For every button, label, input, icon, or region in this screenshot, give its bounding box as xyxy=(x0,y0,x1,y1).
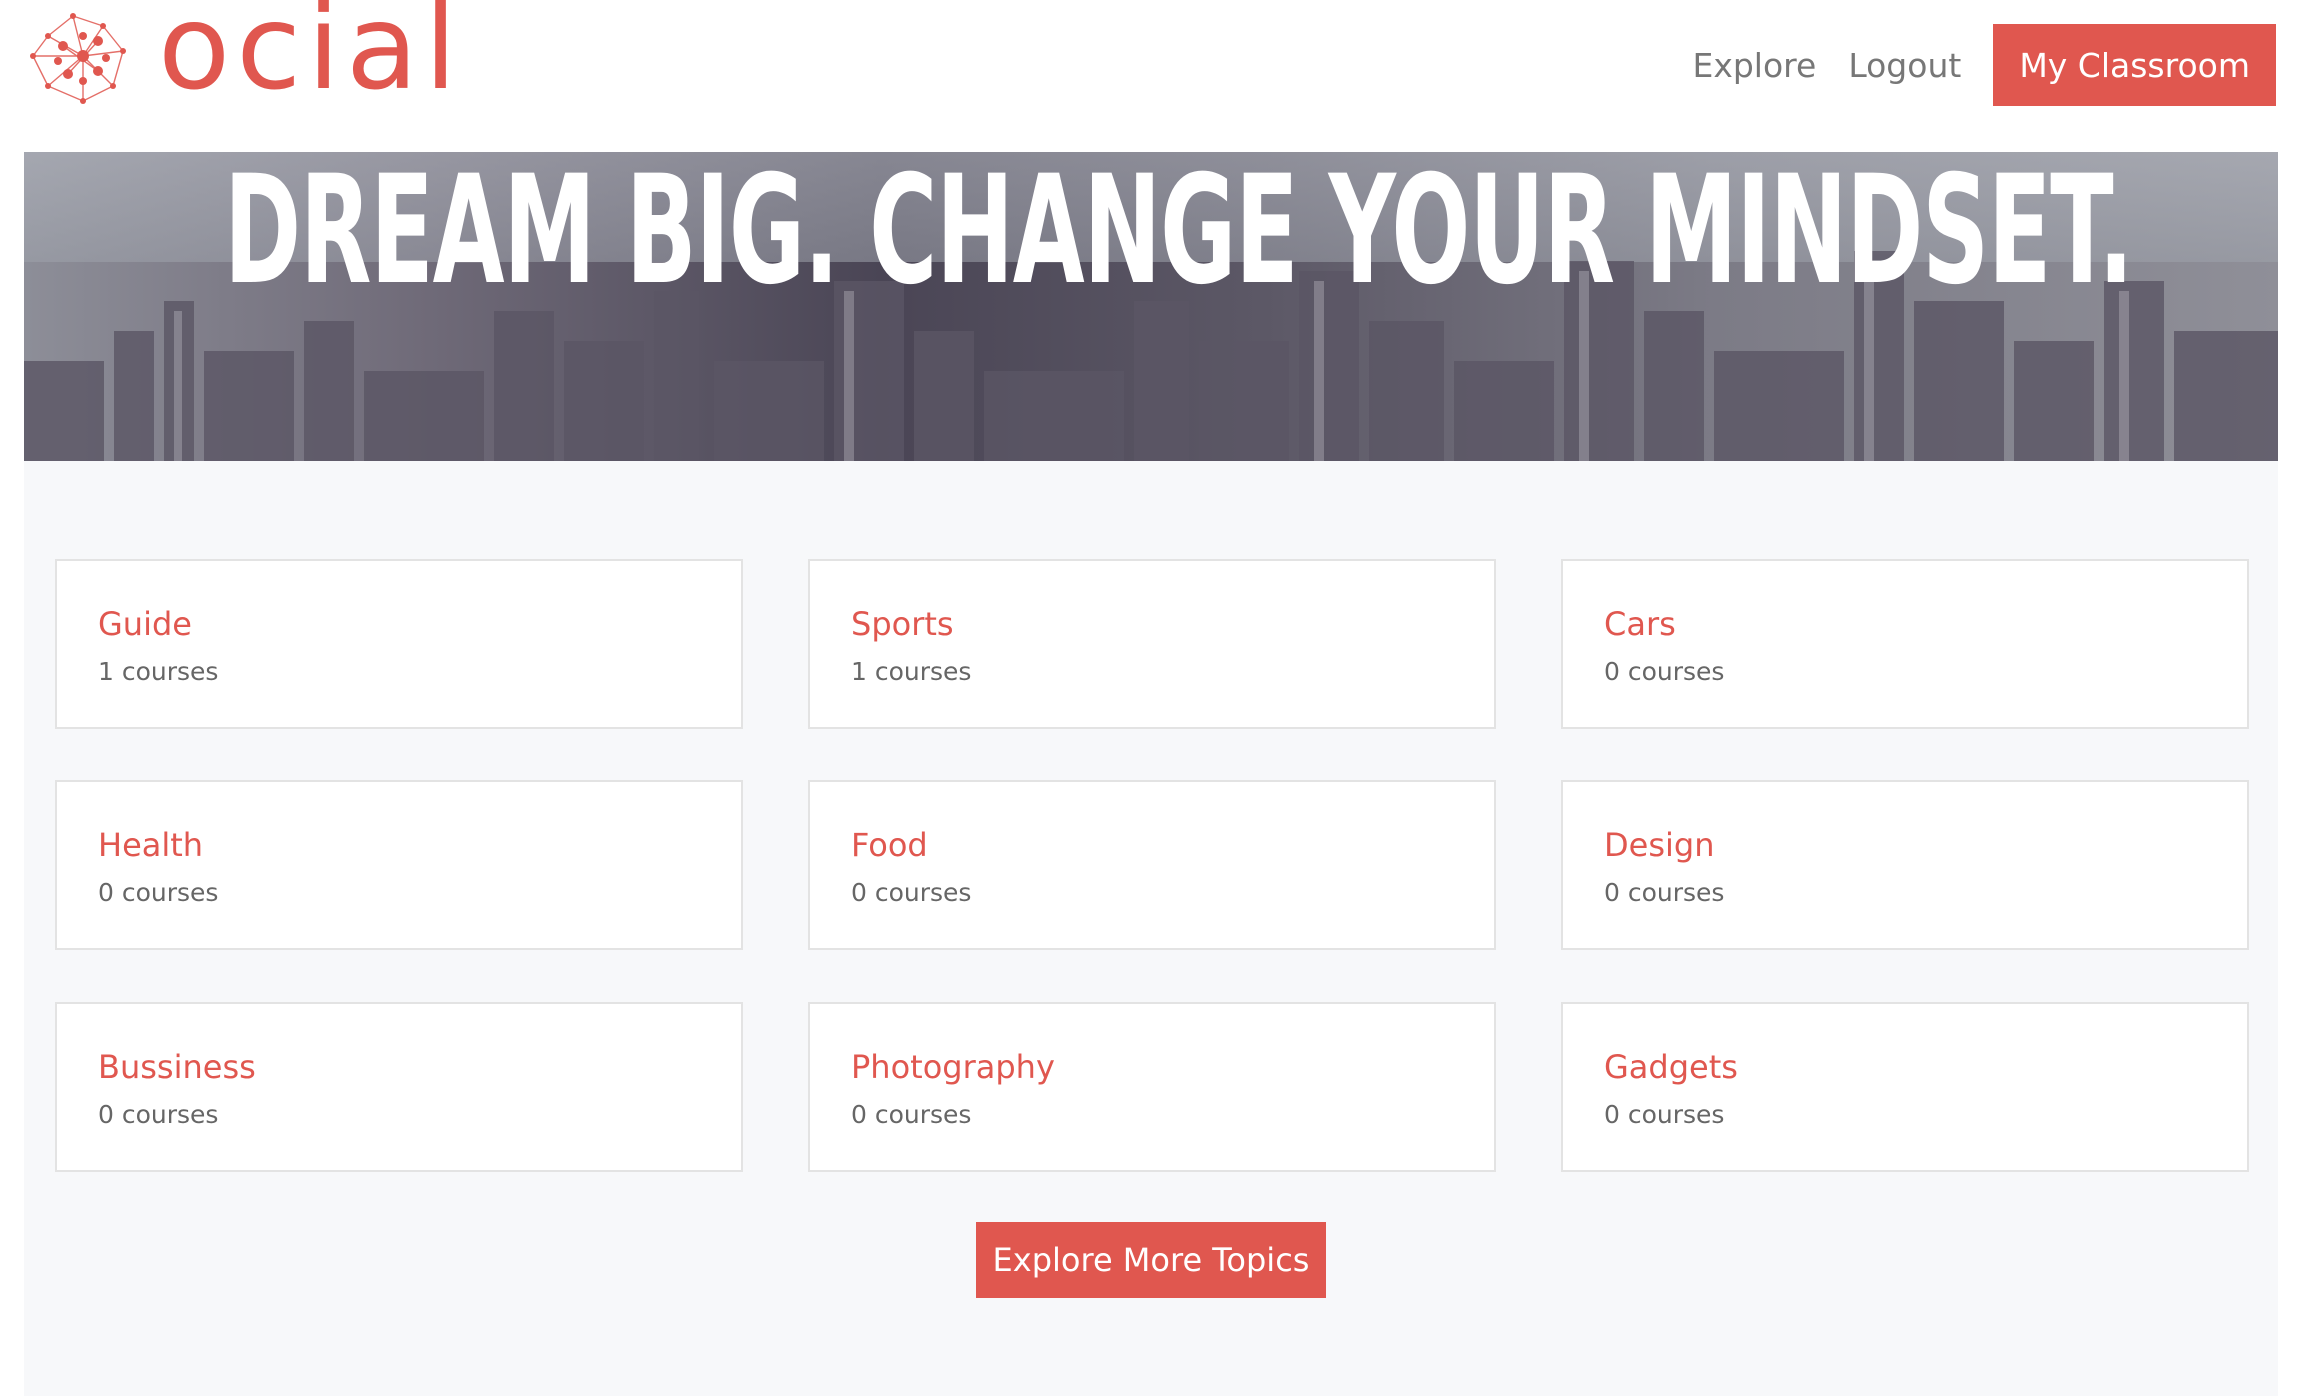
topic-card-food[interactable]: Food 0 courses xyxy=(808,780,1496,950)
main-nav: Explore Logout My Classroom xyxy=(1692,24,2276,106)
topic-card-bussiness[interactable]: Bussiness 0 courses xyxy=(55,1002,743,1172)
explore-more-topics-button[interactable]: Explore More Topics xyxy=(976,1222,1326,1298)
hero-banner: DREAM BIG. CHANGE YOUR MINDSET. xyxy=(24,152,2278,461)
my-classroom-button[interactable]: My Classroom xyxy=(1993,24,2276,106)
topic-course-count: 1 courses xyxy=(98,657,219,686)
top-navigation-bar: ocial Explore Logout My Classroom xyxy=(0,0,2300,152)
topic-title[interactable]: Photography xyxy=(851,1048,1055,1086)
topic-card-gadgets[interactable]: Gadgets 0 courses xyxy=(1561,1002,2249,1172)
topic-card-sports[interactable]: Sports 1 courses xyxy=(808,559,1496,729)
topic-course-count: 1 courses xyxy=(851,657,972,686)
topic-course-count: 0 courses xyxy=(1604,878,1725,907)
topic-course-count: 0 courses xyxy=(851,878,972,907)
topic-course-count: 0 courses xyxy=(98,878,219,907)
topic-title[interactable]: Guide xyxy=(98,605,192,643)
nav-explore-link[interactable]: Explore xyxy=(1692,46,1816,85)
topic-course-count: 0 courses xyxy=(1604,1100,1725,1129)
topic-course-count: 0 courses xyxy=(98,1100,219,1129)
nav-logout-link[interactable]: Logout xyxy=(1848,46,1961,85)
topic-title[interactable]: Health xyxy=(98,826,203,864)
topic-title[interactable]: Sports xyxy=(851,605,954,643)
topic-card-health[interactable]: Health 0 courses xyxy=(55,780,743,950)
network-node-icon xyxy=(30,13,126,104)
hero-headline: DREAM BIG. CHANGE YOUR MINDSET. xyxy=(224,152,2134,318)
topic-title[interactable]: Gadgets xyxy=(1604,1048,1738,1086)
brand-logo[interactable]: ocial xyxy=(28,0,514,116)
topic-title[interactable]: Cars xyxy=(1604,605,1676,643)
topic-card-cars[interactable]: Cars 0 courses xyxy=(1561,559,2249,729)
logo-text: ocial xyxy=(158,0,463,116)
topic-course-count: 0 courses xyxy=(851,1100,972,1129)
topic-card-guide[interactable]: Guide 1 courses xyxy=(55,559,743,729)
topic-title[interactable]: Bussiness xyxy=(98,1048,256,1086)
topic-card-design[interactable]: Design 0 courses xyxy=(1561,780,2249,950)
topic-course-count: 0 courses xyxy=(1604,657,1725,686)
topic-title[interactable]: Food xyxy=(851,826,928,864)
topic-title[interactable]: Design xyxy=(1604,826,1714,864)
topic-card-photography[interactable]: Photography 0 courses xyxy=(808,1002,1496,1172)
topics-section: Guide 1 courses Sports 1 courses Cars 0 … xyxy=(24,461,2278,1396)
